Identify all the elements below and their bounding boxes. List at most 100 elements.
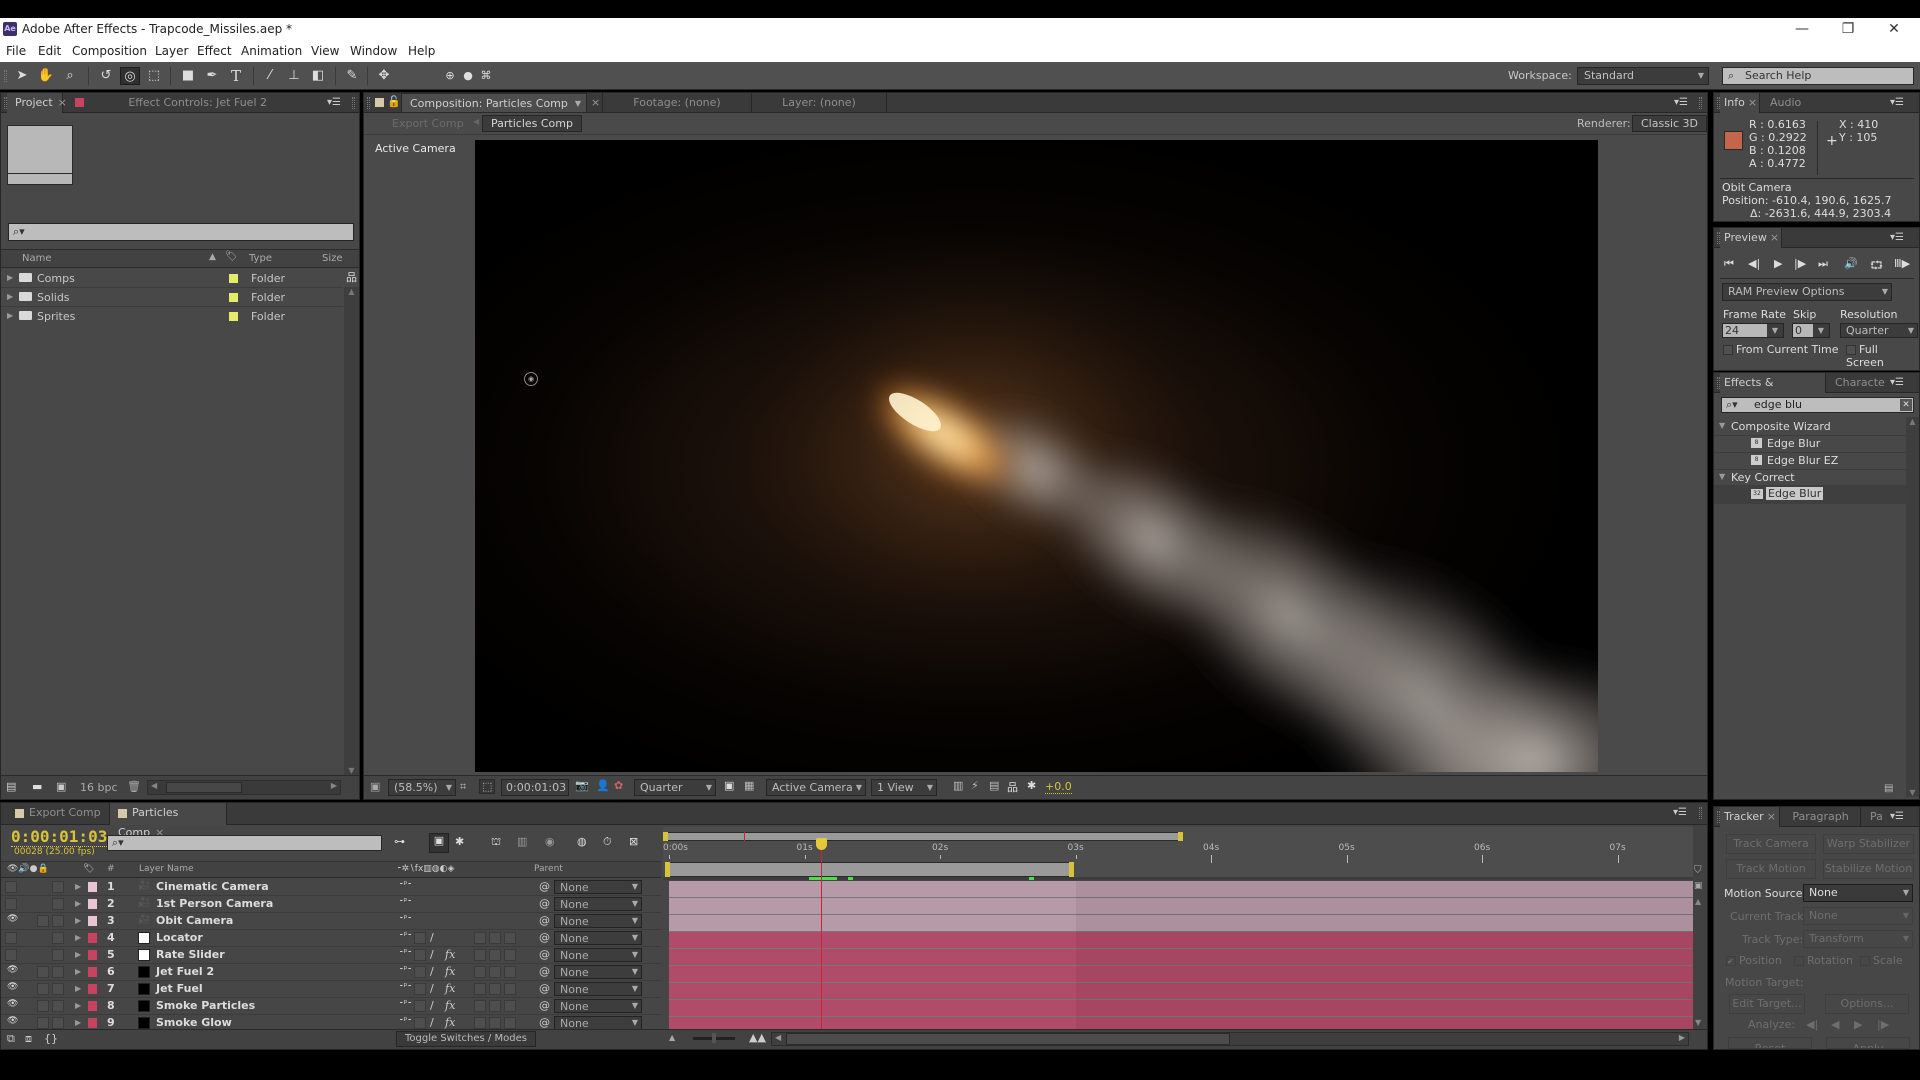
solo-toggle[interactable] bbox=[37, 966, 49, 978]
effects-switch-icon[interactable]: fx bbox=[445, 982, 455, 995]
frame-blend-switch[interactable] bbox=[474, 1017, 486, 1029]
layer-name[interactable]: Obit Camera bbox=[156, 914, 233, 927]
expand-arrow-icon[interactable]: ▶ bbox=[7, 292, 13, 301]
renderer-button[interactable]: Classic 3D bbox=[1632, 115, 1707, 132]
sort-ascending-icon[interactable]: ▲ bbox=[209, 252, 216, 262]
tab-layer[interactable]: Layer: (none) bbox=[752, 93, 887, 113]
fast-preview-icon[interactable]: ⚡ bbox=[971, 779, 979, 792]
column-type[interactable]: Type bbox=[249, 253, 272, 264]
frame-blend-switch[interactable] bbox=[474, 983, 486, 995]
exposure-value[interactable]: +0.0 bbox=[1045, 780, 1072, 794]
frame-blend-switch[interactable] bbox=[474, 932, 486, 944]
collapse-switch[interactable] bbox=[414, 983, 426, 995]
motion-blur-switch[interactable] bbox=[489, 1017, 501, 1029]
parent-select[interactable]: None ▼ bbox=[554, 965, 642, 979]
layer-row[interactable]: 👁 ▶ 8 Smoke Particles ⁃ᵖ⁃ / fx @ None ▼ bbox=[1, 998, 661, 1015]
new-folder-icon[interactable]: ▤ bbox=[1884, 783, 1893, 794]
stabilize-motion-button[interactable]: Stabilize Motion bbox=[1823, 859, 1914, 879]
label-color-swatch[interactable] bbox=[88, 950, 97, 960]
shy-switch-icon[interactable]: ⁃ᵖ⁃ bbox=[399, 880, 412, 890]
solo-toggle[interactable] bbox=[37, 1017, 49, 1029]
edit-target-button[interactable]: Edit Target... bbox=[1729, 994, 1805, 1014]
quality-switch-icon[interactable]: / bbox=[430, 948, 434, 961]
shy-switch-icon[interactable]: ⁃ᵖ⁃ bbox=[399, 982, 412, 992]
effects-search-input[interactable]: ⌕▾ edge blu ✕ bbox=[1721, 397, 1914, 413]
chevron-down-icon[interactable]: ▼ bbox=[1813, 324, 1829, 337]
lock-toggle[interactable] bbox=[52, 915, 64, 927]
close-icon[interactable]: × bbox=[591, 96, 600, 109]
frame-blending-icon[interactable]: ⛫ bbox=[491, 835, 501, 850]
effect-item-selected[interactable]: 32 Edge Blur bbox=[1714, 485, 1906, 504]
quality-switch-icon[interactable]: / bbox=[430, 965, 434, 978]
effects-switch-icon[interactable]: fx bbox=[445, 999, 455, 1012]
column-name[interactable]: Name bbox=[22, 253, 52, 264]
effects-scrollbar[interactable]: ▲ ▼ bbox=[1906, 417, 1919, 797]
rectangle-tool-icon[interactable]: ■ bbox=[178, 67, 198, 85]
pan-behind-tool-icon[interactable]: ⬚ bbox=[144, 67, 164, 85]
quality-switch-icon[interactable]: / bbox=[430, 931, 434, 944]
zoom-out-icon[interactable]: ▲ bbox=[669, 1033, 675, 1042]
panel-menu-icon[interactable]: ▾☰ bbox=[327, 97, 341, 108]
menu-effect[interactable]: Effect bbox=[197, 44, 232, 58]
parent-select[interactable]: None ▼ bbox=[554, 1016, 642, 1029]
label-color-swatch[interactable] bbox=[229, 312, 238, 321]
time-ruler[interactable]: 0:00s 01s 02s 03s 04s 05s 06s 07s bbox=[663, 827, 1693, 877]
analyze-forward-icon[interactable]: ▶ bbox=[1854, 1018, 1862, 1031]
tab-tracker[interactable]: Tracker × bbox=[1720, 807, 1780, 827]
type-tool-icon[interactable]: T bbox=[226, 67, 246, 85]
parent-select[interactable]: None ▼ bbox=[554, 982, 642, 996]
layer-row[interactable]: ▶ 4 Locator ⁃ᵖ⁃ / @ None ▼ bbox=[1, 930, 661, 947]
expand-arrow-icon[interactable]: ▶ bbox=[75, 899, 81, 908]
motion-blur-switch[interactable] bbox=[489, 932, 501, 944]
work-area-end-handle[interactable] bbox=[1068, 862, 1074, 877]
visibility-toggle[interactable] bbox=[5, 932, 17, 944]
parent-select[interactable]: None ▼ bbox=[554, 880, 642, 894]
expand-arrow-icon[interactable]: ▶ bbox=[75, 950, 81, 959]
options-button[interactable]: Options... bbox=[1825, 994, 1909, 1014]
tab-particles-comp[interactable]: Particles Comp × bbox=[109, 803, 227, 839]
motion-source-select[interactable]: None ▼ bbox=[1803, 884, 1913, 902]
warp-stabilizer-button[interactable]: Warp Stabilizer bbox=[1823, 834, 1914, 854]
layer-name[interactable]: Rate Slider bbox=[156, 948, 225, 961]
reset-exposure-icon[interactable]: ✱ bbox=[1027, 779, 1036, 792]
3d-layer-switch[interactable] bbox=[504, 1017, 516, 1029]
toggle-switches-modes-button[interactable]: Toggle Switches / Modes bbox=[396, 1031, 536, 1047]
solo-toggle[interactable] bbox=[37, 915, 49, 927]
breadcrumb-export-comp[interactable]: Export Comp bbox=[392, 117, 464, 130]
layer-name[interactable]: Cinematic Camera bbox=[156, 880, 269, 893]
resolution-select[interactable]: Quarter ▼ bbox=[634, 779, 716, 796]
panel-menu-icon[interactable]: ▾☰ bbox=[1890, 97, 1904, 108]
play-icon[interactable]: ▶ bbox=[1774, 257, 1782, 270]
expand-arrow-icon[interactable]: ▶ bbox=[75, 882, 81, 891]
ram-preview-icon[interactable]: Ⅲ▶ bbox=[1894, 257, 1910, 270]
camera-target-icon[interactable]: ◉ bbox=[524, 372, 538, 386]
flowchart-icon[interactable]: 品 bbox=[1007, 779, 1018, 795]
collapse-switch[interactable] bbox=[414, 1000, 426, 1012]
menu-file[interactable]: File bbox=[6, 44, 26, 58]
project-item[interactable]: ▶ Sprites Folder bbox=[1, 307, 343, 326]
layer-row[interactable]: ▶ 1 🎥 Cinematic Camera ⁃ᵖ⁃ @ None ▼ bbox=[1, 879, 661, 896]
scroll-down-icon[interactable]: ▼ bbox=[344, 766, 359, 775]
label-color-swatch[interactable] bbox=[229, 274, 238, 283]
lock-toggle[interactable] bbox=[52, 1000, 64, 1012]
first-frame-icon[interactable]: ⏮ bbox=[1724, 257, 1734, 271]
frame-blend-switch[interactable] bbox=[474, 966, 486, 978]
panel-grip[interactable] bbox=[4, 70, 7, 82]
lock-toggle[interactable] bbox=[52, 932, 64, 944]
expand-arrow-icon[interactable]: ▶ bbox=[75, 984, 81, 993]
scroll-up-icon[interactable]: ▲ bbox=[1906, 417, 1919, 426]
3d-layer-switch[interactable] bbox=[504, 983, 516, 995]
close-icon[interactable]: × bbox=[1767, 810, 1776, 823]
comp-button-icon[interactable]: ▣ bbox=[1694, 881, 1703, 891]
close-button[interactable]: ✕ bbox=[1874, 20, 1914, 38]
expand-arrow-icon[interactable]: ▶ bbox=[75, 933, 81, 942]
layer-row[interactable]: 👁 ▶ 9 Smoke Glow ⁃ᵖ⁃ / fx @ None ▼ bbox=[1, 1015, 661, 1029]
magnification-select[interactable]: (58.5%) ▼ bbox=[388, 779, 456, 796]
layer-row[interactable]: 👁 ▶ 7 Jet Fuel ⁃ᵖ⁃ / fx @ None ▼ bbox=[1, 981, 661, 998]
lock-icon[interactable]: 🔓 bbox=[387, 95, 401, 108]
camera-view-select[interactable]: Active Camera ▼ bbox=[766, 779, 866, 796]
pick-whip-icon[interactable]: @ bbox=[539, 965, 550, 978]
3d-layer-switch[interactable] bbox=[504, 1000, 516, 1012]
label-color-swatch[interactable] bbox=[88, 933, 97, 943]
brainstorm-icon[interactable]: ◉ bbox=[545, 835, 555, 848]
